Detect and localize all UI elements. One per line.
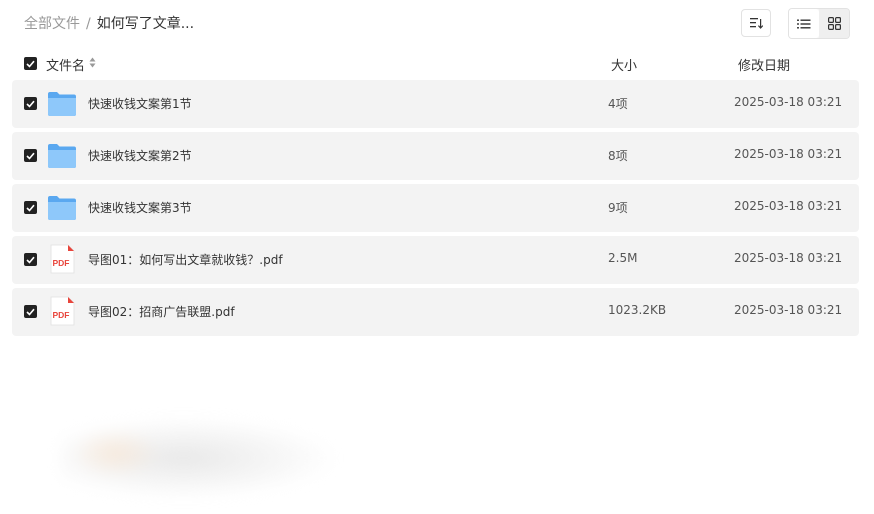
- file-date: 2025-03-18 03:21: [734, 199, 843, 213]
- breadcrumb-separator: /: [86, 16, 91, 32]
- list-view-icon: [797, 19, 811, 28]
- file-row[interactable]: 快速收钱文案第2节 8项 2025-03-18 03:21: [12, 132, 859, 180]
- row-checkbox[interactable]: [24, 149, 37, 162]
- select-all-checkbox[interactable]: [24, 57, 37, 70]
- file-size: 9项: [608, 201, 628, 215]
- breadcrumb-root-link[interactable]: 全部文件: [24, 16, 80, 32]
- list-view-button[interactable]: [789, 9, 819, 38]
- sort-button[interactable]: [741, 9, 771, 37]
- file-date: 2025-03-18 03:21: [734, 95, 843, 109]
- file-row[interactable]: 快速收钱文案第1节 4项 2025-03-18 03:21: [12, 80, 859, 128]
- table-header: 文件名 大小 修改日期: [0, 54, 874, 74]
- sort-caret-icon: [89, 57, 96, 72]
- folder-icon: [48, 144, 76, 168]
- file-size: 8项: [608, 149, 628, 163]
- checkmark-icon: [26, 100, 35, 108]
- file-size: 4项: [608, 97, 628, 111]
- row-checkbox[interactable]: [24, 253, 37, 266]
- column-header-name-label: 文件名: [46, 59, 86, 74]
- view-switch: [788, 8, 850, 39]
- pdf-badge: PDF: [53, 310, 70, 320]
- checkmark-icon: [26, 308, 35, 316]
- grid-view-icon: [827, 17, 841, 30]
- file-size: 2.5M: [608, 251, 638, 265]
- file-date: 2025-03-18 03:21: [734, 251, 843, 265]
- pdf-badge: PDF: [53, 258, 70, 268]
- file-list: 快速收钱文案第1节 4项 2025-03-18 03:21 快速收钱文案第2节 …: [12, 80, 859, 340]
- row-checkbox[interactable]: [24, 305, 37, 318]
- pdf-file-icon: PDF: [50, 296, 75, 326]
- file-date: 2025-03-18 03:21: [734, 303, 843, 317]
- folder-icon: [48, 92, 76, 116]
- checkmark-icon: [26, 204, 35, 212]
- file-date: 2025-03-18 03:21: [734, 147, 843, 161]
- file-name[interactable]: 快速收钱文案第1节: [88, 95, 192, 112]
- topbar: 全部文件 / 如何写了文章...: [0, 0, 874, 48]
- checkmark-icon: [26, 256, 35, 264]
- file-name[interactable]: 导图02：招商广告联盟.pdf: [88, 303, 235, 320]
- checkmark-icon: [26, 60, 35, 68]
- grid-view-button[interactable]: [819, 9, 849, 38]
- file-size: 1023.2KB: [608, 303, 667, 317]
- blurred-overlay: [60, 418, 335, 498]
- sort-icon: [750, 18, 763, 29]
- file-row[interactable]: PDF 导图02：招商广告联盟.pdf 1023.2KB 2025-03-18 …: [12, 288, 859, 336]
- file-name[interactable]: 导图01：如何写出文章就收钱？.pdf: [88, 251, 283, 268]
- breadcrumb-current: 如何写了文章...: [96, 16, 195, 32]
- checkmark-icon: [26, 152, 35, 160]
- folder-icon: [48, 196, 76, 220]
- column-header-date[interactable]: 修改日期: [738, 55, 790, 74]
- file-name[interactable]: 快速收钱文案第3节: [88, 199, 192, 216]
- file-name[interactable]: 快速收钱文案第2节: [88, 147, 192, 164]
- column-header-name[interactable]: 文件名: [46, 55, 96, 74]
- file-row[interactable]: PDF 导图01：如何写出文章就收钱？.pdf 2.5M 2025-03-18 …: [12, 236, 859, 284]
- pdf-file-icon: PDF: [50, 244, 75, 274]
- file-row[interactable]: 快速收钱文案第3节 9项 2025-03-18 03:21: [12, 184, 859, 232]
- row-checkbox[interactable]: [24, 97, 37, 110]
- row-checkbox[interactable]: [24, 201, 37, 214]
- breadcrumb: 全部文件 / 如何写了文章...: [24, 15, 194, 33]
- column-header-size[interactable]: 大小: [611, 55, 637, 74]
